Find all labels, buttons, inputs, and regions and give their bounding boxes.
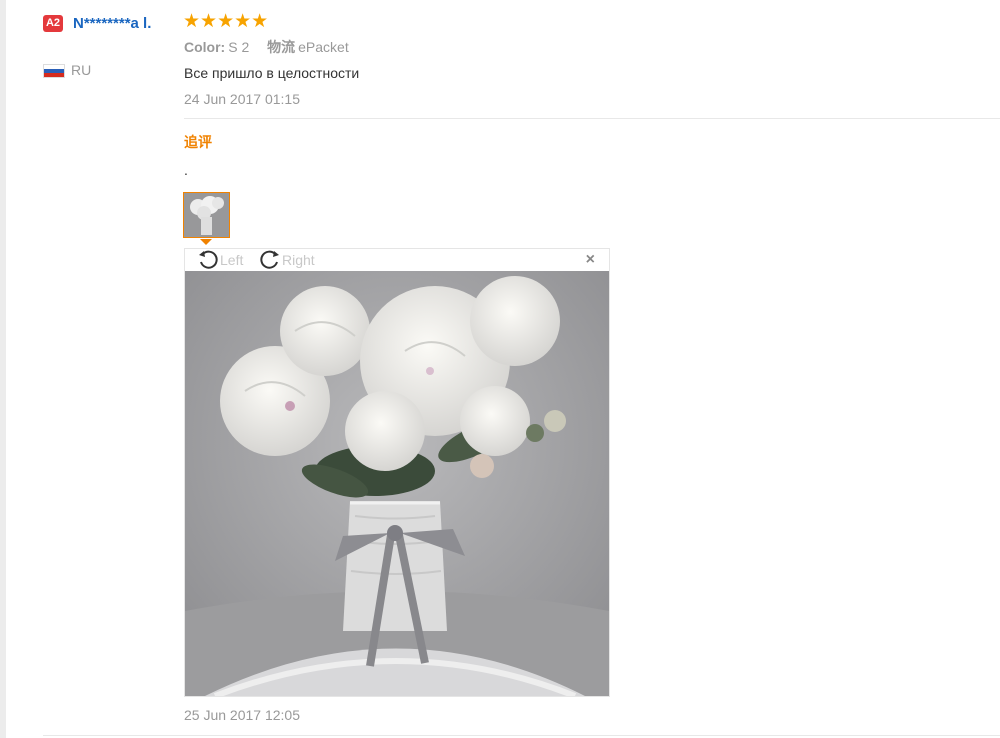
photo-viewer: Left Right × bbox=[184, 248, 610, 697]
star-rating: ★★★★★ bbox=[183, 11, 269, 32]
rotate-right-button[interactable]: Right bbox=[259, 249, 315, 271]
review-date: 24 Jun 2017 01:15 bbox=[184, 91, 300, 107]
followup-text: . bbox=[184, 162, 188, 178]
rotate-right-label: Right bbox=[282, 252, 315, 268]
viewer-toolbar: Left Right × bbox=[185, 249, 609, 271]
left-edge-strip bbox=[0, 0, 6, 738]
followup-label: 追评 bbox=[184, 134, 212, 150]
thumbnail-pointer bbox=[200, 239, 212, 245]
review-text: Все пришло в целостности bbox=[184, 65, 360, 81]
russia-flag-icon bbox=[43, 64, 65, 78]
divider bbox=[184, 118, 1000, 119]
color-value: S 2 bbox=[228, 39, 250, 55]
level-badge: A2 bbox=[43, 15, 63, 32]
rotate-right-icon bbox=[260, 250, 279, 269]
close-icon[interactable]: × bbox=[586, 252, 595, 268]
reviewer-country: RU bbox=[71, 62, 92, 78]
shipping-value: ePacket bbox=[298, 39, 349, 55]
rotate-left-icon bbox=[199, 250, 218, 269]
review-photo bbox=[185, 271, 609, 696]
photo-thumbnail[interactable] bbox=[183, 192, 230, 238]
rotate-left-button[interactable]: Left bbox=[197, 249, 243, 271]
bottom-divider bbox=[43, 735, 1000, 736]
rotate-left-label: Left bbox=[220, 252, 244, 268]
shipping-label: 物流 bbox=[267, 39, 296, 55]
color-label: Color: bbox=[184, 39, 226, 55]
order-info: Color: S 2 物流 ePacket bbox=[184, 37, 349, 57]
followup-date: 25 Jun 2017 12:05 bbox=[184, 707, 300, 723]
